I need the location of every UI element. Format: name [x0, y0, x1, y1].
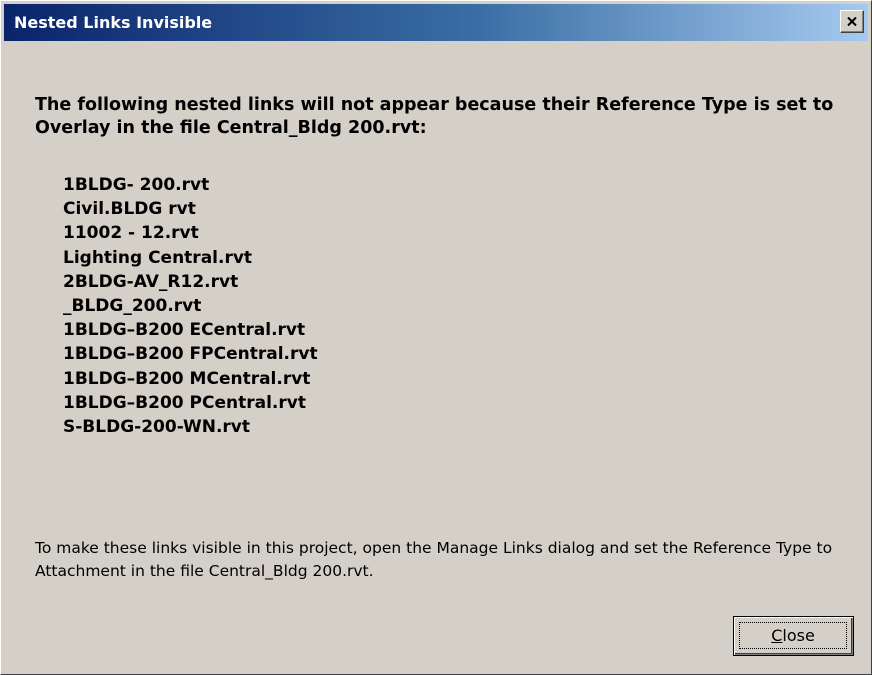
list-item: 1BLDG–B200 FPCentral.rvt: [63, 344, 318, 365]
list-item: S-BLDG-200-WN.rvt: [63, 417, 251, 438]
list-item: 2BLDG-AV_R12.rvt: [63, 271, 239, 292]
close-label-rest: lose: [782, 626, 815, 645]
list-item: 1BLDG–B200 PCentral.rvt: [63, 392, 306, 413]
close-button[interactable]: Close: [733, 616, 854, 656]
close-button-label: Close: [739, 622, 847, 649]
list-item: Civil.BLDG rvt: [63, 199, 196, 220]
close-mnemonic: C: [771, 626, 783, 645]
warning-message: The following nested links will not appe…: [35, 95, 834, 138]
list-item: 11002 - 12.rvt: [63, 223, 199, 244]
instruction-text: To make these links visible in this proj…: [35, 539, 833, 580]
window-title: Nested Links Invisible: [14, 13, 213, 32]
nested-links-dialog: Nested Links Invisible The following nes…: [0, 0, 872, 675]
close-x-icon: [847, 17, 857, 26]
list-item: 1BLDG- 200.rvt: [63, 175, 210, 195]
list-item: Lighting Central.rvt: [63, 247, 253, 268]
title-close-button[interactable]: [840, 10, 864, 33]
list-item: _BLDG_200.rvt: [63, 296, 202, 317]
list-item: 1BLDG–B200 ECentral.rvt: [63, 320, 306, 341]
list-item: 1BLDG–B200 MCentral.rvt: [63, 368, 311, 389]
nested-links-list: 1BLDG- 200.rvt Civil.BLDG rvt 11002 - 12…: [63, 173, 318, 439]
title-bar[interactable]: Nested Links Invisible: [4, 4, 868, 41]
